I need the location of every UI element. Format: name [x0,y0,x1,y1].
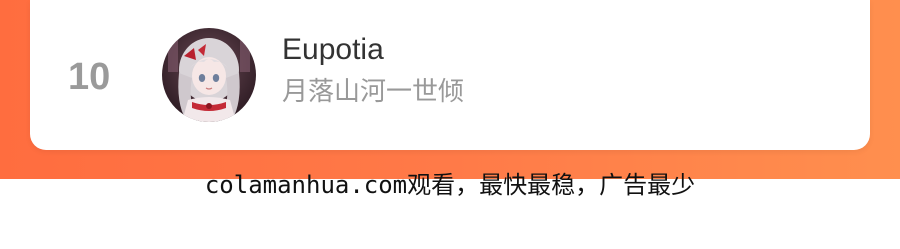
anime-girl-avatar-icon [162,28,256,122]
user-avatar[interactable] [162,28,256,122]
rank-number: 10 [68,56,111,98]
watermark-text: colamanhua.com观看，最快最稳，广告最少 [204,171,696,199]
username[interactable]: Eupotia [282,30,384,70]
user-subtitle: 月落山河一世倾 [282,77,465,107]
